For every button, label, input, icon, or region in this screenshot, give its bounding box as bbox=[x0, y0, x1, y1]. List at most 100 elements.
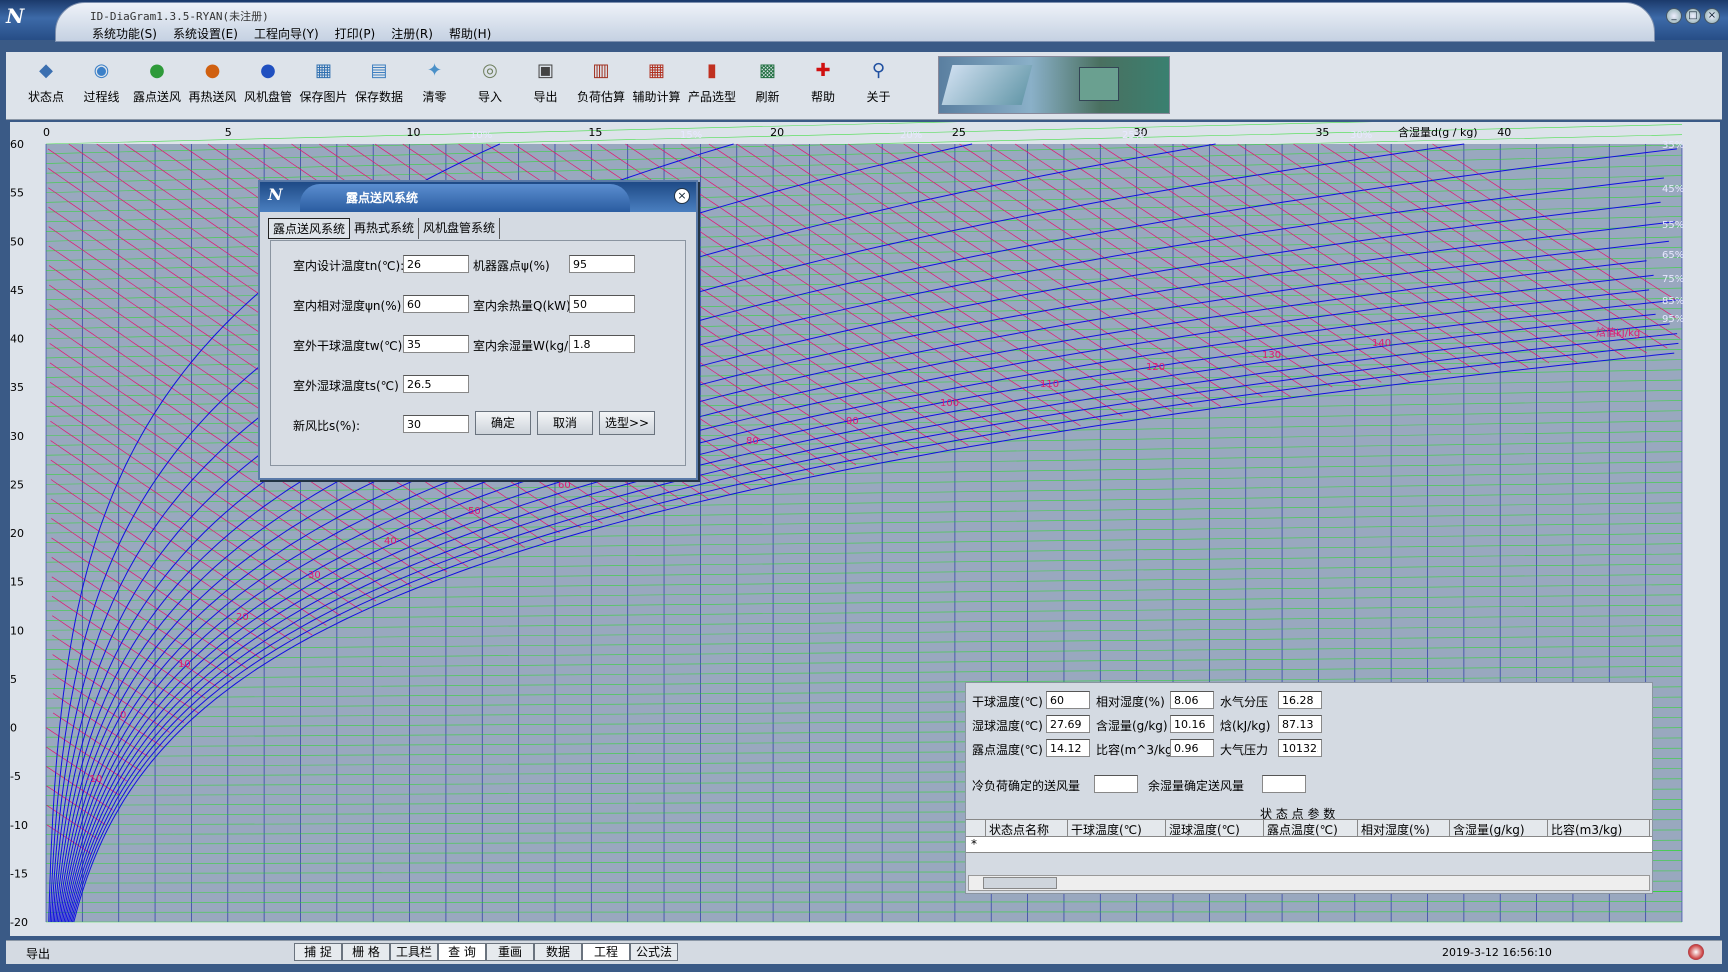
y-tick-label: -10 bbox=[10, 819, 28, 832]
toolbar-button[interactable]: ▣ 导出 bbox=[518, 60, 574, 105]
ok-button[interactable]: 确定 bbox=[475, 411, 531, 435]
toolbar-icon: ◎ bbox=[482, 60, 498, 81]
dialog-close-icon[interactable]: × bbox=[674, 188, 690, 204]
horizontal-scrollbar[interactable] bbox=[968, 875, 1650, 891]
toolbar-button[interactable]: ▦ 辅助计算 bbox=[629, 60, 685, 105]
outdoor-wet-input[interactable] bbox=[403, 375, 469, 393]
menu-wizard[interactable]: 工程向导(Y) bbox=[252, 24, 321, 43]
airflow-moist-input[interactable] bbox=[1262, 775, 1306, 793]
menu-help[interactable]: 帮助(H) bbox=[447, 24, 493, 43]
toolbar-button[interactable]: ● 露点送风 bbox=[129, 60, 185, 105]
toolbar-label: 导出 bbox=[533, 90, 558, 104]
close-button[interactable]: × bbox=[1704, 8, 1720, 24]
toolbar-button[interactable]: ⚲ 关于 bbox=[851, 60, 907, 105]
menu-register[interactable]: 注册(R) bbox=[389, 24, 435, 43]
y-tick-label: -15 bbox=[10, 867, 28, 880]
x-tick-label: 15 bbox=[588, 126, 602, 139]
title-bar: N ID-DiaGram1.3.5-RYAN(未注册) 系统功能(S) 系统设置… bbox=[0, 0, 1728, 43]
dew-point-input[interactable] bbox=[569, 255, 635, 273]
col-rh[interactable]: 相对湿度(%) bbox=[1358, 820, 1450, 837]
menu-print[interactable]: 打印(P) bbox=[333, 24, 378, 43]
y-tick-label: 25 bbox=[10, 478, 24, 491]
toolbar-button[interactable]: ▤ 保存数据 bbox=[351, 60, 407, 105]
app-logo: N bbox=[6, 4, 25, 28]
maximize-button[interactable]: □ bbox=[1685, 8, 1701, 24]
toolbar-button[interactable]: ✚ 帮助 bbox=[795, 60, 851, 105]
indoor-temp-input[interactable] bbox=[403, 255, 469, 273]
status-buttons: 捕 捉 栅 格 工具栏 查 询 重画 数据 工程 公式法 bbox=[294, 943, 678, 961]
param-wet-bulb-value[interactable] bbox=[1046, 715, 1090, 733]
query-button[interactable]: 查 询 bbox=[438, 943, 486, 961]
param-dew-point-value[interactable] bbox=[1046, 739, 1090, 757]
param-specific-volume-label: 比容(m^3/kg) bbox=[1096, 743, 1178, 757]
toolbar-button[interactable]: ◆ 状态点 bbox=[18, 60, 74, 105]
table-row[interactable]: * bbox=[966, 837, 1652, 853]
toolbar-button[interactable]: ▩ 刷新 bbox=[740, 60, 796, 105]
toolbar-label: 关于 bbox=[866, 90, 891, 104]
rh-label: 20% bbox=[900, 130, 922, 141]
enthalpy-label: 80 bbox=[746, 436, 759, 447]
field-label-outdoor-wet: 室外湿球温度ts(℃) bbox=[293, 379, 399, 393]
param-pressure-value[interactable] bbox=[1278, 739, 1322, 757]
param-specific-volume-value[interactable] bbox=[1170, 739, 1214, 757]
data-button[interactable]: 数据 bbox=[534, 943, 582, 961]
param-rh-value[interactable] bbox=[1170, 691, 1214, 709]
snap-button[interactable]: 捕 捉 bbox=[294, 943, 342, 961]
toolbar-button[interactable]: ◉ 过程线 bbox=[74, 60, 130, 105]
col-wet-bulb[interactable]: 湿球温度(℃) bbox=[1166, 820, 1264, 837]
param-enthalpy-value[interactable] bbox=[1278, 715, 1322, 733]
fresh-air-input[interactable] bbox=[403, 415, 469, 433]
airflow-cold-input[interactable] bbox=[1094, 775, 1138, 793]
toolbar-label: 风机盘管 bbox=[243, 90, 292, 104]
toolbar-icon: ▣ bbox=[536, 60, 554, 81]
formula-button[interactable]: 公式法 bbox=[630, 943, 678, 961]
moisture-load-input[interactable] bbox=[569, 335, 635, 353]
tab-dew-point[interactable]: 露点送风系统 bbox=[268, 218, 351, 239]
grid-button[interactable]: 栅 格 bbox=[342, 943, 390, 961]
rh-label: 30% bbox=[1350, 130, 1372, 141]
toolbar-button[interactable]: ▮ 产品选型 bbox=[684, 60, 740, 105]
minimize-button[interactable]: _ bbox=[1666, 8, 1682, 24]
toolbar-toggle-button[interactable]: 工具栏 bbox=[390, 943, 438, 961]
menu-bar: 系统功能(S) 系统设置(E) 工程向导(Y) 打印(P) 注册(R) 帮助(H… bbox=[90, 24, 493, 43]
project-button[interactable]: 工程 bbox=[582, 943, 630, 961]
outdoor-dry-input[interactable] bbox=[403, 335, 469, 353]
toolbar-button[interactable]: ◎ 导入 bbox=[462, 60, 518, 105]
col-humidity-ratio[interactable]: 含湿量(g/kg) bbox=[1450, 820, 1548, 837]
enthalpy-label: 110 bbox=[1040, 379, 1059, 390]
scrollbar-thumb[interactable] bbox=[983, 877, 1057, 889]
indoor-rh-input[interactable] bbox=[403, 295, 469, 313]
toolbar-button[interactable]: ● 风机盘管 bbox=[240, 60, 296, 105]
airflow-cold-label: 冷负荷确定的送风量 bbox=[972, 779, 1081, 793]
param-dry-bulb-value[interactable] bbox=[1046, 691, 1090, 709]
menu-system[interactable]: 系统功能(S) bbox=[90, 24, 159, 43]
redraw-button[interactable]: 重画 bbox=[486, 943, 534, 961]
field-label-dew-point: 机器露点ψ(%) bbox=[473, 259, 550, 273]
rh-label: 45% bbox=[1662, 184, 1684, 195]
toolbar-button[interactable]: ● 再热送风 bbox=[185, 60, 241, 105]
x-axis-label: 含湿量d(g / kg) bbox=[1398, 125, 1478, 139]
col-dew-point[interactable]: 露点温度(℃) bbox=[1264, 820, 1358, 837]
col-dry-bulb[interactable]: 干球温度(℃) bbox=[1068, 820, 1166, 837]
param-vapor-value[interactable] bbox=[1278, 691, 1322, 709]
heat-load-input[interactable] bbox=[569, 295, 635, 313]
param-humidity-ratio-value[interactable] bbox=[1170, 715, 1214, 733]
param-vapor-label: 水气分压 bbox=[1220, 695, 1269, 709]
tab-reheat[interactable]: 再热式系统 bbox=[350, 218, 420, 239]
select-button[interactable]: 选型>> bbox=[599, 411, 655, 435]
col-name[interactable]: 状态点名称 bbox=[986, 820, 1068, 837]
toolbar-button[interactable]: ✦ 清零 bbox=[407, 60, 463, 105]
toolbar-icon: ● bbox=[204, 60, 221, 81]
y-tick-label: 60 bbox=[10, 138, 24, 151]
rh-label: 85% bbox=[1662, 296, 1684, 307]
cancel-button[interactable]: 取消 bbox=[537, 411, 593, 435]
menu-settings[interactable]: 系统设置(E) bbox=[171, 24, 240, 43]
toolbar-icon: ⚲ bbox=[871, 60, 886, 81]
toolbar-icon: ▮ bbox=[707, 60, 717, 81]
tab-fan-coil[interactable]: 风机盘管系统 bbox=[419, 218, 501, 239]
toolbar-button[interactable]: ▥ 负荷估算 bbox=[573, 60, 629, 105]
col-specific-volume[interactable]: 比容(m3/kg) bbox=[1548, 820, 1650, 837]
toolbar-button[interactable]: ▦ 保存图片 bbox=[296, 60, 352, 105]
banner-keys bbox=[941, 65, 1033, 105]
banner-image bbox=[938, 56, 1170, 114]
